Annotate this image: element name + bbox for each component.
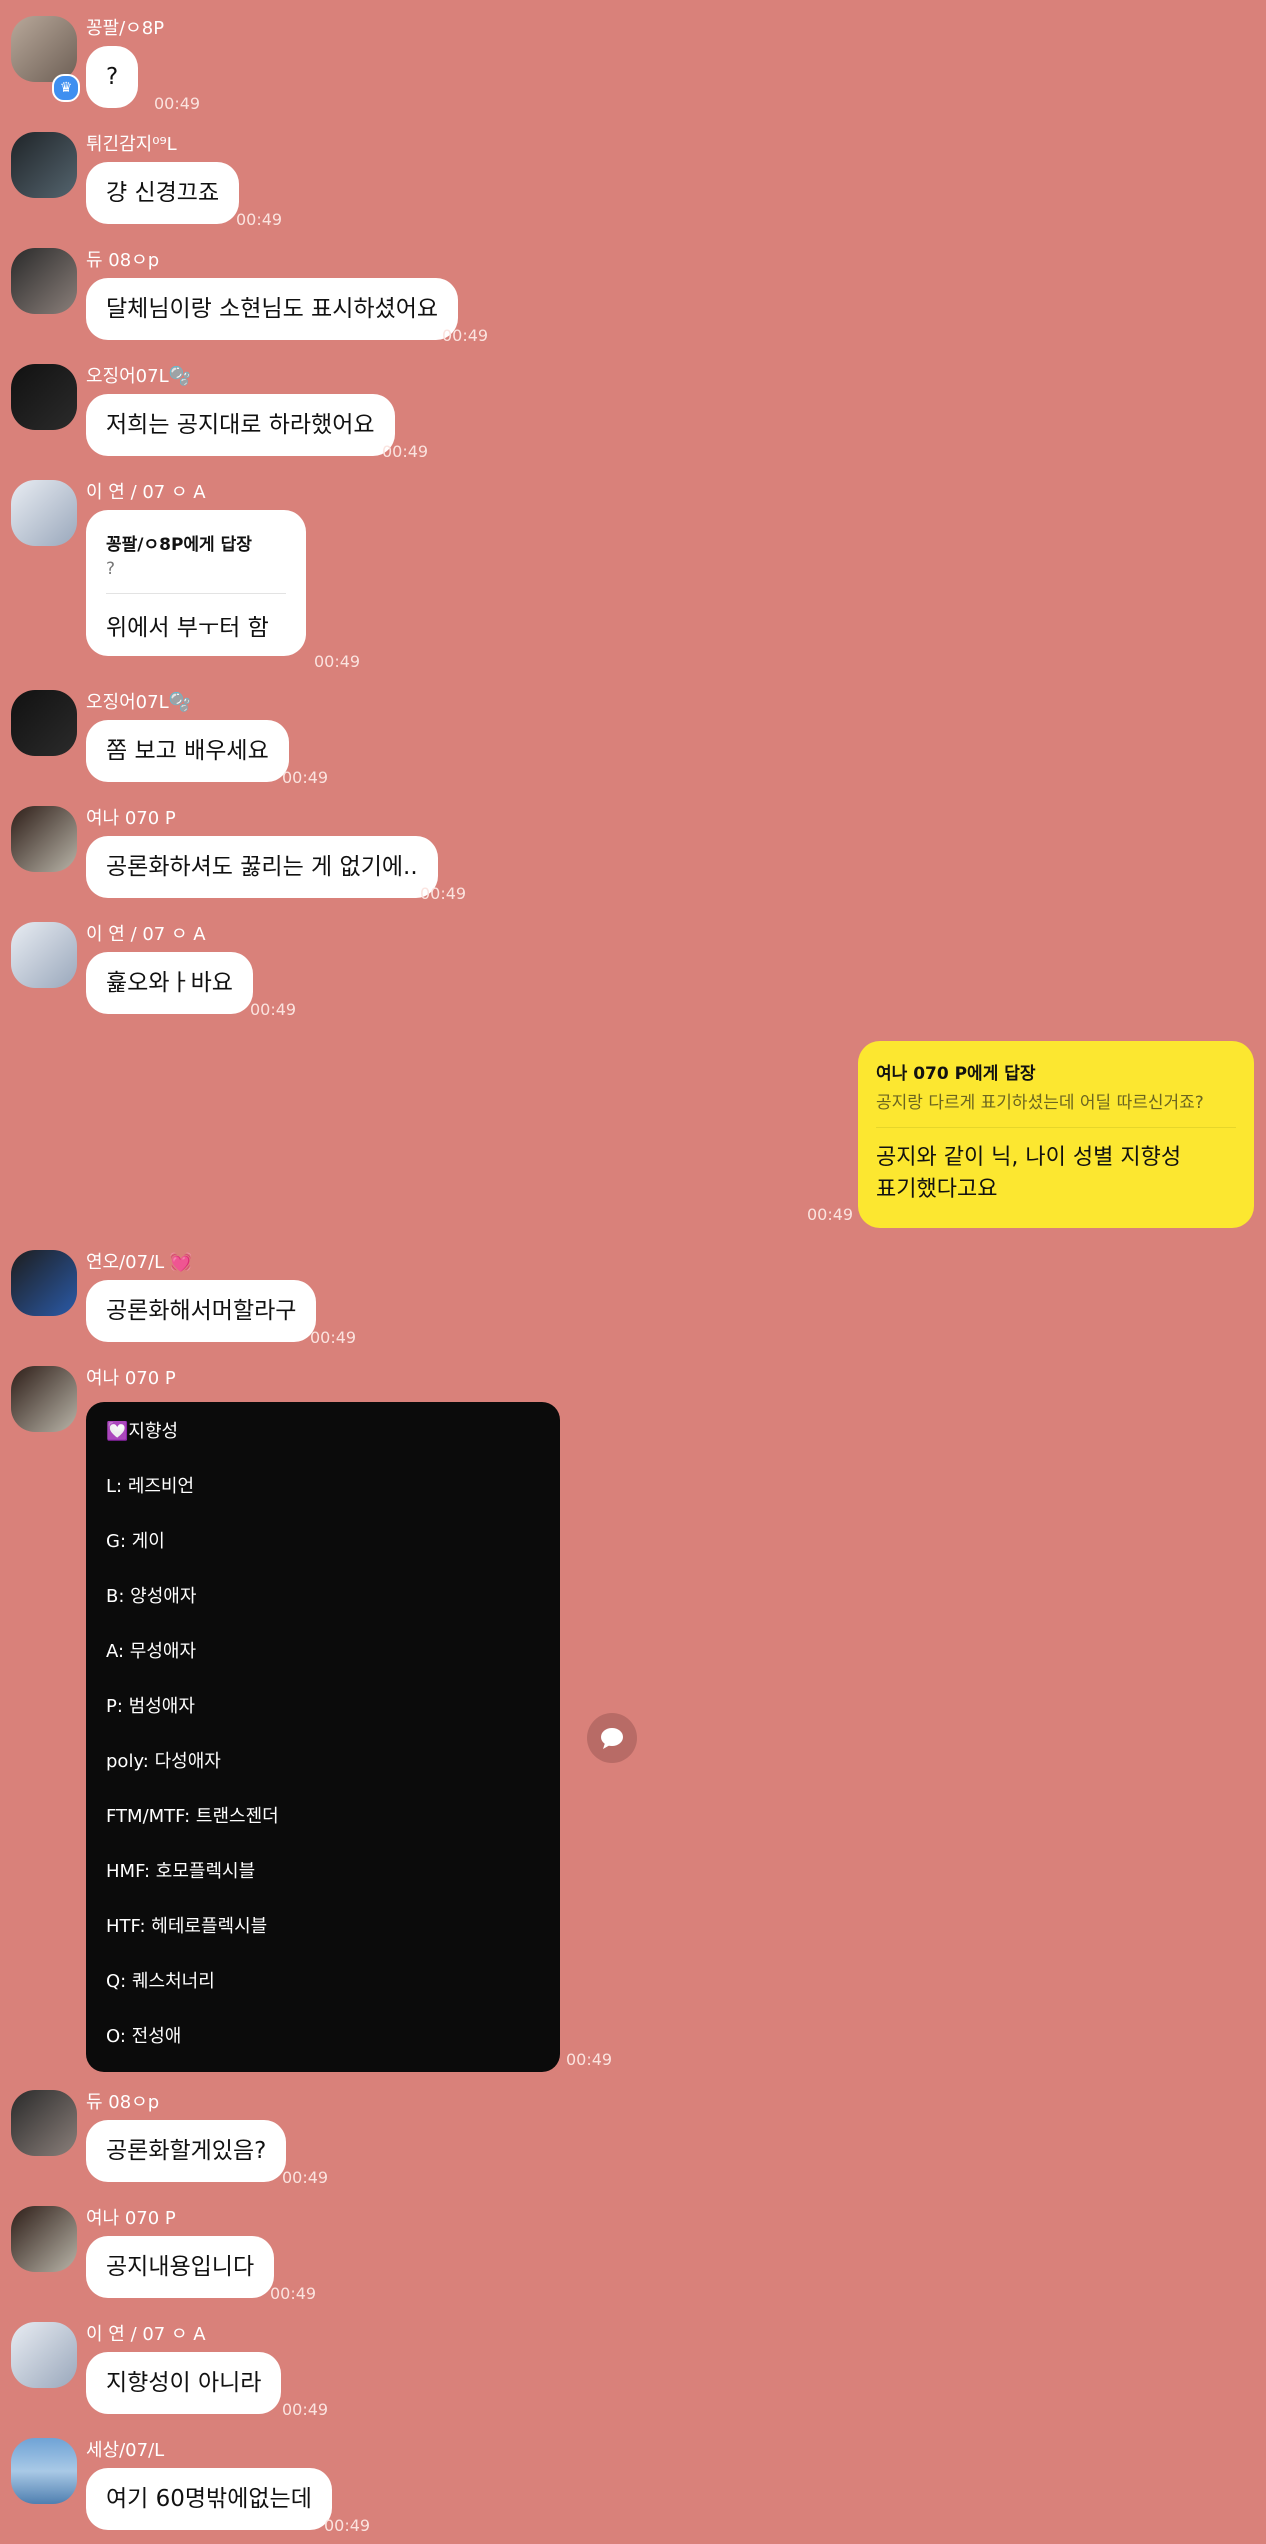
timestamp: 00:49 bbox=[314, 652, 361, 671]
avatar[interactable] bbox=[11, 16, 77, 82]
timestamp: 00:49 bbox=[566, 2050, 613, 2069]
chat-bubble-icon bbox=[601, 1728, 623, 1749]
sender-name: 이 연 / 07 ㅇ A bbox=[86, 924, 206, 945]
sender-name: 오징어07L🫧 bbox=[86, 366, 192, 387]
avatar[interactable] bbox=[11, 132, 77, 198]
my-reply-bubble[interactable]: 여나 070 P에게 답장 공지랑 다르게 표기하셨는데 어딜 따르신거죠? 공… bbox=[858, 1041, 1254, 1228]
reply-quote: 공지랑 다르게 표기하셨는데 어딜 따르신거죠? bbox=[876, 1093, 1204, 1113]
divider bbox=[876, 1127, 1236, 1128]
timestamp: 00:49 bbox=[154, 94, 201, 113]
timestamp: 00:49 bbox=[270, 2284, 317, 2303]
sender-name: 이 연 / 07 ㅇ A bbox=[86, 2324, 206, 2345]
timestamp: 00:49 bbox=[420, 884, 467, 903]
message-bubble[interactable]: 쫌 보고 배우세요 bbox=[86, 720, 289, 782]
sender-name: 듀 08ㅇp bbox=[86, 2092, 160, 2113]
message-bubble[interactable]: 공지내용입니다 bbox=[86, 2236, 275, 2298]
list-item: A: 무성애자 bbox=[106, 1641, 197, 1662]
list-item: 💟지향성 bbox=[106, 1421, 179, 1442]
timestamp: 00:49 bbox=[250, 1000, 297, 1019]
avatar[interactable] bbox=[11, 2206, 77, 2272]
sender-name: 튀긴감지⁰⁹L bbox=[86, 134, 177, 155]
list-item: FTM/MTF: 트랜스젠더 bbox=[106, 1806, 279, 1827]
sender-name: 여나 070 P bbox=[86, 1368, 176, 1389]
list-item: HMF: 호모플렉시블 bbox=[106, 1861, 256, 1882]
avatar[interactable] bbox=[11, 1250, 77, 1316]
share-button[interactable] bbox=[587, 1713, 637, 1763]
message-bubble[interactable]: 달체님이랑 소현님도 표시하셨어요 bbox=[86, 278, 459, 340]
message-bubble[interactable]: 여기 60명밖에없는데 bbox=[86, 2468, 332, 2530]
message-bubble[interactable]: 공론화해서머할라구 bbox=[86, 1280, 317, 1342]
message-bubble[interactable]: 흁오와ㅏ바요 bbox=[86, 952, 253, 1014]
message-bubble[interactable]: ? bbox=[86, 46, 139, 108]
avatar[interactable] bbox=[11, 2322, 77, 2388]
avatar[interactable] bbox=[11, 922, 77, 988]
timestamp: 00:49 bbox=[442, 326, 489, 345]
sender-name: 여나 070 P bbox=[86, 808, 176, 829]
message-bubble[interactable]: 공론화할게있음? bbox=[86, 2120, 287, 2182]
reply-bubble[interactable]: 꽁팔/ㅇ8P에게 답장 ? 위에서 부ㅜ터 함 bbox=[86, 510, 306, 656]
list-item: Q: 퀘스처너리 bbox=[106, 1971, 215, 1992]
list-item: poly: 다성애자 bbox=[106, 1751, 221, 1772]
list-item: O: 전성애 bbox=[106, 2026, 182, 2047]
list-item: HTF: 헤테로플렉시블 bbox=[106, 1916, 268, 1937]
sender-name: 세상/07/L bbox=[86, 2440, 165, 2461]
message-bubble[interactable]: 공론화하셔도 꿇리는 게 없기에.. bbox=[86, 836, 438, 898]
message-bubble[interactable]: 걍 신경끄죠 bbox=[86, 162, 240, 224]
reply-target: 여나 070 P에게 답장 bbox=[876, 1064, 1036, 1084]
list-item: B: 양성애자 bbox=[106, 1586, 197, 1607]
message-bubble[interactable]: 지향성이 아니라 bbox=[86, 2352, 282, 2414]
message-text: 위에서 부ㅜ터 함 bbox=[106, 615, 269, 641]
message-bubble[interactable]: 저희는 공지대로 하라했어요 bbox=[86, 394, 395, 456]
timestamp: 00:49 bbox=[236, 210, 283, 229]
list-item: G: 게이 bbox=[106, 1531, 165, 1552]
reply-target: 꽁팔/ㅇ8P에게 답장 bbox=[106, 535, 252, 555]
sender-name: 꽁팔/ㅇ8P bbox=[86, 18, 165, 39]
timestamp: 00:49 bbox=[282, 2168, 329, 2187]
sender-name: 듀 08ㅇp bbox=[86, 250, 160, 271]
avatar[interactable] bbox=[11, 364, 77, 430]
image-text-bubble[interactable]: 💟지향성 L: 레즈비언 G: 게이 B: 양성애자 A: 무성애자 P: 범성… bbox=[86, 1402, 560, 2072]
timestamp: 00:49 bbox=[282, 2400, 329, 2419]
timestamp: 00:49 bbox=[382, 442, 429, 461]
list-item: P: 범성애자 bbox=[106, 1696, 195, 1717]
sender-name: 이 연 / 07 ㅇ A bbox=[86, 482, 206, 503]
timestamp: 00:49 bbox=[310, 1328, 357, 1347]
sender-name: 연오/07/L 💓 bbox=[86, 1252, 193, 1273]
timestamp: 00:49 bbox=[282, 768, 329, 787]
reply-quote: ? bbox=[106, 559, 116, 579]
avatar[interactable] bbox=[11, 1366, 77, 1432]
avatar[interactable] bbox=[11, 480, 77, 546]
list-item: L: 레즈비언 bbox=[106, 1476, 195, 1497]
avatar[interactable] bbox=[11, 690, 77, 756]
sender-name: 오징어07L🫧 bbox=[86, 692, 192, 713]
divider bbox=[106, 593, 286, 594]
avatar[interactable] bbox=[11, 2438, 77, 2504]
avatar[interactable] bbox=[11, 248, 77, 314]
sender-name: 여나 070 P bbox=[86, 2208, 176, 2229]
avatar[interactable] bbox=[11, 2090, 77, 2156]
timestamp: 00:49 bbox=[324, 2516, 371, 2535]
crown-icon: ♛ bbox=[52, 74, 80, 102]
message-text-line2: 표기했다고요 bbox=[876, 1177, 998, 1202]
message-text-line1: 공지와 같이 닉, 나이 성별 지향성 bbox=[876, 1145, 1182, 1170]
avatar[interactable] bbox=[11, 806, 77, 872]
timestamp: 00:49 bbox=[807, 1205, 854, 1224]
